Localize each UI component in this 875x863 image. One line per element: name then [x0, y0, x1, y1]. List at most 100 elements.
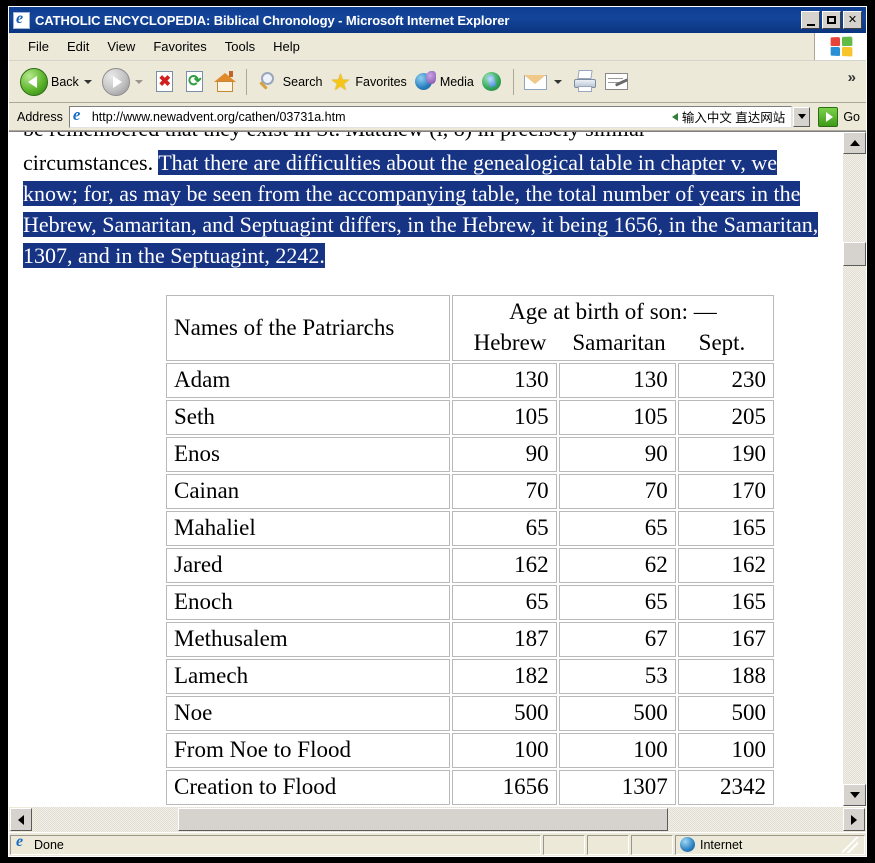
- forward-button[interactable]: [99, 65, 150, 99]
- scroll-left-button[interactable]: [10, 808, 32, 831]
- address-label: Address: [17, 109, 63, 124]
- cell-samaritan: 65: [558, 511, 676, 546]
- status-pane-2: [587, 834, 629, 855]
- horizontal-scroll-thumb[interactable]: [178, 808, 668, 831]
- screen-root: CATHOLIC ENCYCLOPEDIA: Biblical Chronolo…: [0, 0, 875, 863]
- cell-samaritan: 70: [558, 474, 676, 509]
- menu-item-list: File Edit View Favorites Tools Help: [9, 36, 814, 57]
- browser-window: CATHOLIC ENCYCLOPEDIA: Biblical Chronolo…: [8, 6, 867, 857]
- close-button[interactable]: ✕: [843, 11, 862, 29]
- ie-page-icon: [71, 108, 88, 125]
- stop-button[interactable]: ✖: [150, 65, 180, 99]
- cell-name: Lamech: [166, 659, 450, 694]
- media-button[interactable]: Media: [410, 65, 477, 99]
- cell-sept: 170: [677, 474, 774, 509]
- cell-sept: 165: [677, 585, 774, 620]
- address-url-text[interactable]: http://www.newadvent.org/cathen/03731a.h…: [92, 110, 672, 124]
- cell-sept: 190: [677, 437, 774, 472]
- scroll-right-button[interactable]: [843, 808, 865, 831]
- favorites-button[interactable]: ★ Favorites: [325, 65, 409, 99]
- windows-flag-icon[interactable]: [814, 33, 866, 60]
- search-button[interactable]: Search: [253, 65, 326, 99]
- back-button[interactable]: Back: [17, 65, 99, 99]
- address-input[interactable]: http://www.newadvent.org/cathen/03731a.h…: [68, 105, 793, 128]
- cell-hebrew: 130: [452, 363, 557, 398]
- ime-hint[interactable]: 输入中文 直达网站: [671, 107, 785, 126]
- paragraph-lead-text: circumstances.: [23, 150, 154, 175]
- cell-sept: 205: [677, 400, 774, 435]
- go-button[interactable]: Go: [818, 106, 860, 127]
- resize-grip-icon[interactable]: [842, 836, 858, 853]
- triangle-right-icon: [851, 814, 857, 825]
- table-row: Jared 162 62 162: [166, 548, 774, 583]
- cell-samaritan: 130: [558, 363, 676, 398]
- toolbar-overflow-icon[interactable]: »: [848, 69, 856, 86]
- cell-hebrew: 162: [452, 548, 557, 583]
- back-dropdown-icon[interactable]: [83, 79, 92, 84]
- menu-item-view[interactable]: View: [98, 36, 144, 57]
- cell-total-sept: 2342: [677, 770, 774, 805]
- navigation-toolbar: Back ✖ ⟳ Search ★ Favorites Media »: [9, 61, 866, 103]
- triangle-left-icon: [18, 814, 24, 825]
- menu-item-tools[interactable]: Tools: [216, 36, 264, 57]
- menu-item-favorites[interactable]: Favorites: [144, 36, 215, 57]
- cell-sept: 230: [677, 363, 774, 398]
- media-button-label: Media: [439, 74, 474, 89]
- back-button-label: Back: [51, 74, 79, 89]
- header-hebrew: Hebrew: [473, 330, 547, 355]
- status-ie-icon: [15, 837, 30, 852]
- forward-dropdown-icon[interactable]: [134, 79, 143, 84]
- cell-hebrew: 90: [452, 437, 557, 472]
- cell-name: Cainan: [166, 474, 450, 509]
- table-row: Enoch 65 65 165: [166, 585, 774, 620]
- magnifier-icon: [256, 70, 280, 94]
- cell-hebrew: 182: [452, 659, 557, 694]
- edit-button[interactable]: [601, 65, 633, 99]
- triangle-up-icon: [849, 140, 860, 146]
- vertical-scroll-track[interactable]: [843, 154, 866, 784]
- cell-name: Enoch: [166, 585, 450, 620]
- edit-page-icon: [604, 71, 630, 93]
- scroll-down-button[interactable]: [843, 784, 866, 806]
- minimize-button[interactable]: [801, 11, 820, 29]
- header-age-title: Age at birth of son: —: [509, 299, 717, 324]
- table-head: Names of the Patriarchs Age at birth of …: [166, 295, 774, 361]
- mail-button[interactable]: [520, 65, 569, 99]
- cell-name: Enos: [166, 437, 450, 472]
- horizontal-scrollbar[interactable]: [9, 806, 866, 832]
- vertical-scroll-thumb[interactable]: [843, 242, 866, 266]
- cell-sept: 188: [677, 659, 774, 694]
- menu-item-file[interactable]: File: [19, 36, 58, 57]
- table-row: Enos 90 90 190: [166, 437, 774, 472]
- mail-dropdown-icon[interactable]: [553, 79, 562, 84]
- refresh-icon: ⟳: [183, 70, 207, 94]
- menu-item-help[interactable]: Help: [264, 36, 309, 57]
- chronology-table-container: Names of the Patriarchs Age at birth of …: [9, 293, 842, 806]
- favorites-button-label: Favorites: [355, 74, 407, 89]
- maximize-button[interactable]: [822, 11, 841, 29]
- print-button[interactable]: [569, 65, 601, 99]
- window-controls: ✕: [801, 11, 862, 29]
- go-arrow-icon: [818, 106, 839, 127]
- paragraph-body: circumstances. That there are difficulti…: [23, 147, 834, 271]
- cell-samaritan: 100: [558, 733, 676, 768]
- table-body: Adam 130 130 230 Seth 105 105 205 Enos 9…: [166, 363, 774, 805]
- vertical-scrollbar[interactable]: [842, 132, 866, 806]
- address-dropdown-button[interactable]: [793, 106, 811, 127]
- history-button[interactable]: [477, 65, 507, 99]
- menu-bar: File Edit View Favorites Tools Help: [9, 33, 866, 61]
- status-pane-1: [543, 834, 585, 855]
- home-button[interactable]: [210, 65, 240, 99]
- toolbar-separator: [245, 68, 247, 95]
- scroll-up-button[interactable]: [843, 132, 866, 154]
- header-sept: Sept.: [698, 330, 746, 355]
- table-total-row: Creation to Flood 1656 1307 2342: [166, 770, 774, 805]
- web-page-viewport[interactable]: be remembered that they exist in St. Mat…: [9, 132, 842, 806]
- ie-document-icon: [13, 11, 30, 29]
- horizontal-scroll-track[interactable]: [33, 807, 842, 832]
- header-names: Names of the Patriarchs: [166, 295, 450, 361]
- search-button-label: Search: [282, 74, 323, 89]
- toolbar-separator-2: [512, 68, 514, 95]
- menu-item-edit[interactable]: Edit: [58, 36, 98, 57]
- refresh-button[interactable]: ⟳: [180, 65, 210, 99]
